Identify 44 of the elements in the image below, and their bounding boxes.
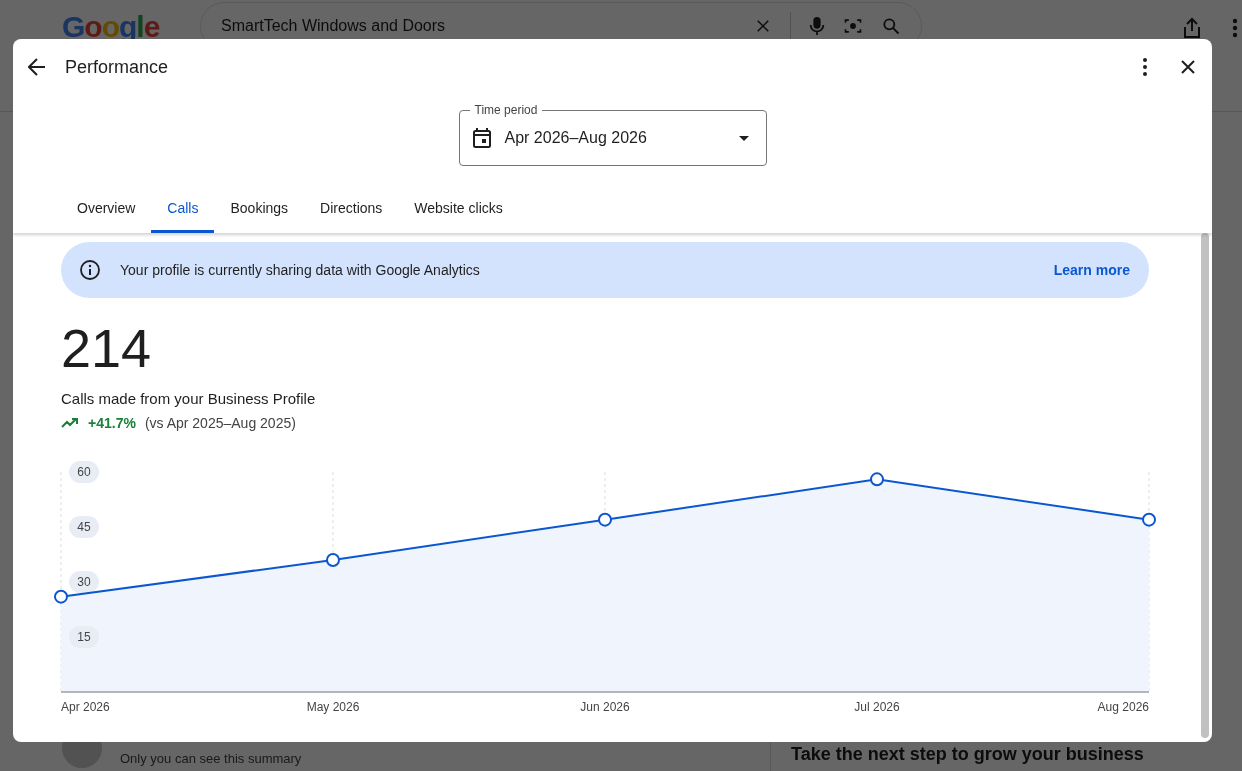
- y-tick-label: 30: [77, 575, 91, 589]
- tab[interactable]: Website clicks: [398, 190, 519, 233]
- x-axis-label: Apr 2026: [61, 700, 110, 714]
- camera-icon[interactable]: [843, 16, 863, 36]
- metric-caption: Calls made from your Business Profile: [61, 390, 317, 407]
- tab[interactable]: Overview: [61, 190, 152, 233]
- info-icon: [80, 260, 100, 280]
- y-tick-label: 45: [77, 520, 91, 534]
- caret-icon: [738, 135, 749, 141]
- data-point[interactable]: [326, 553, 340, 567]
- data-point[interactable]: [1142, 512, 1156, 527]
- x-axis-label: May 2026: [306, 700, 360, 714]
- y-tick-label: 60: [77, 465, 91, 479]
- y-axis-label: 30: [69, 571, 99, 593]
- data-point[interactable]: [598, 512, 612, 527]
- close-icon[interactable]: [1181, 60, 1195, 74]
- metric-value: 214: [61, 318, 153, 378]
- back-arrow-icon[interactable]: [28, 58, 46, 76]
- data-point[interactable]: [870, 472, 884, 487]
- tab[interactable]: Bookings: [214, 190, 305, 233]
- dialog-title: Performance: [65, 56, 170, 78]
- trend-up-icon: [61, 418, 79, 428]
- y-axis-label: 60: [69, 461, 99, 483]
- calendar-icon: [472, 128, 491, 148]
- banner-text: Your profile is currently sharing data with Google Analytics: [120, 262, 481, 278]
- search-icon[interactable]: [881, 16, 901, 36]
- data-point[interactable]: [54, 589, 68, 604]
- change-percent: +41.7%: [88, 415, 136, 431]
- tab[interactable]: Directions: [304, 190, 399, 233]
- y-tick-label: 15: [77, 630, 91, 644]
- microphone-icon[interactable]: [809, 16, 825, 36]
- scrollbar-thumb[interactable]: [1201, 233, 1209, 738]
- share-icon[interactable]: [1182, 17, 1202, 39]
- learn-more-link[interactable]: Learn more: [1053, 262, 1130, 278]
- y-axis-label: 45: [69, 516, 99, 538]
- time-period-dropdown[interactable]: Time period Apr 2026–Aug 2026: [458, 103, 767, 166]
- x-axis-label: Jul 2026: [854, 700, 900, 714]
- x-axis-label: Aug 2026: [1097, 700, 1149, 714]
- summary-note: Only you can see this summary: [120, 751, 302, 768]
- x-axis-label: Jun 2026: [580, 700, 630, 714]
- more-options-icon[interactable]: [1143, 58, 1147, 76]
- next-step-heading: Take the next step to grow your business: [791, 744, 1144, 764]
- comparison-period: (vs Apr 2025–Aug 2025): [144, 415, 296, 431]
- tab[interactable]: Calls: [151, 190, 215, 233]
